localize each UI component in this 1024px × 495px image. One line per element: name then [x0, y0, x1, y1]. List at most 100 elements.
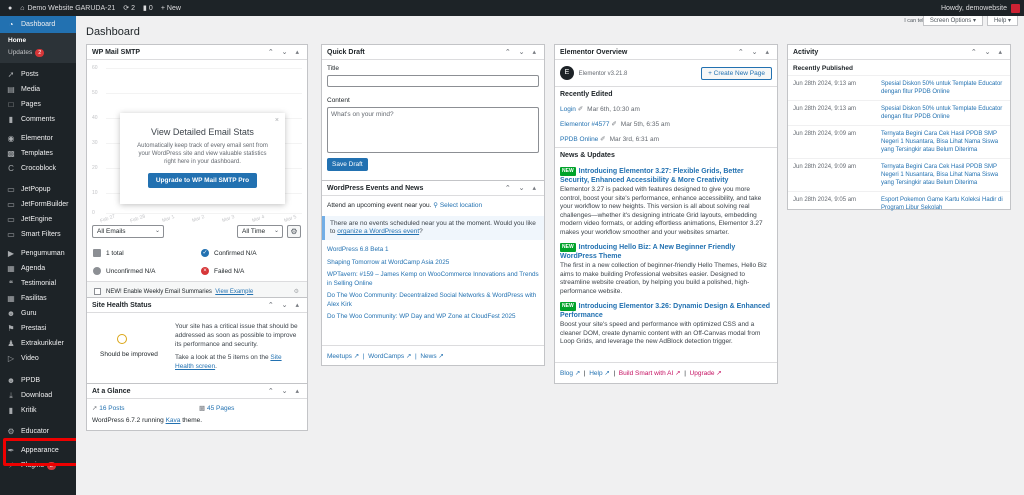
clock-icon	[93, 267, 101, 275]
activity-row: Jun 28th 2024, 9:13 am Spesial Diskon 50%…	[788, 75, 1010, 100]
updates-link[interactable]: ⟳ 2	[123, 4, 135, 13]
sidebar-item-agenda[interactable]: ▦ Agenda	[0, 261, 76, 276]
pages-icon: ▩	[199, 405, 206, 412]
widget-controls[interactable]: ⌃ ⌄ ▴	[268, 387, 302, 395]
activity-post-link[interactable]: Ternyata Begini Cara Cek Hasil PPDB SMP …	[881, 130, 1005, 154]
sidebar-item-posts[interactable]: ➚ Posts	[0, 67, 76, 82]
help-link[interactable]: Help ↗	[589, 370, 610, 377]
widget-controls[interactable]: ⌃ ⌄ ▴	[268, 48, 302, 56]
group-icon: ♟	[7, 339, 15, 348]
my-account[interactable]: Howdy, demowebsite	[941, 0, 1020, 16]
build-ai-link[interactable]: Build Smart with AI ↗	[619, 370, 681, 377]
screen-options-button[interactable]: Screen Options ▾	[922, 16, 983, 26]
sidebar-item-jetengine[interactable]: ▭ JetEngine	[0, 212, 76, 227]
comments-link[interactable]: ▮ 0	[143, 4, 153, 13]
pages-count-link[interactable]: ▩ 45 Pages	[199, 404, 234, 412]
sidebar-item-prestasi[interactable]: ⚑ Prestasi	[0, 321, 76, 336]
site-name-link[interactable]: ⌂ Demo Website GARUDA-21	[20, 5, 115, 12]
sidebar-item-ppdb[interactable]: ☻ PPDB	[0, 373, 76, 388]
news-link[interactable]: WordPress 6.8 Beta 1	[327, 246, 539, 255]
theme-link[interactable]: Kava	[166, 417, 181, 424]
sidebar-item-educator[interactable]: ⚙ Educator	[0, 424, 76, 439]
sidebar-item-testimonial[interactable]: ❝ Testimonial	[0, 276, 76, 291]
page-title: Dashboard	[86, 26, 140, 38]
news-footer-link[interactable]: News ↗	[420, 353, 444, 360]
widget-controls[interactable]: ⌃ ⌄ ▴	[505, 184, 539, 192]
sidebar-item-smart-filters[interactable]: ▭ Smart Filters	[0, 227, 76, 242]
widget-controls[interactable]: ⌃ ⌄ ▴	[505, 48, 539, 56]
sidebar-item-media[interactable]: ▤ Media	[0, 82, 76, 97]
settings-gear-button[interactable]: ⚙	[287, 225, 301, 238]
news-title-link[interactable]: NEW Introducing Elementor 3.27: Flexible …	[560, 167, 772, 185]
close-icon[interactable]: ×	[275, 117, 279, 124]
download-icon: ⤓	[9, 390, 13, 400]
sidebar-item-crocoblock[interactable]: C Crocoblock	[0, 161, 76, 176]
activity-post-link[interactable]: Esport Pokemon Game Kartu Koleksi Hadir …	[881, 196, 1005, 212]
new-content-link[interactable]: + New	[161, 5, 181, 12]
time-filter-select[interactable]: All Time ⌄	[237, 225, 283, 238]
upgrade-link[interactable]: Upgrade ↗	[690, 370, 722, 377]
activity-row: Jun 28th 2024, 9:09 am Ternyata Begini Ca…	[788, 125, 1010, 158]
widget-controls[interactable]: ⌃ ⌄ ▴	[738, 48, 772, 56]
recent-item-link[interactable]: Elementor #4577	[560, 121, 610, 128]
organize-event-link[interactable]: organize a WordPress event	[337, 228, 419, 235]
draft-content-textarea[interactable]: What's on your mind?	[327, 107, 539, 153]
news-link[interactable]: Do The Woo Community: Decentralized Soci…	[327, 292, 539, 309]
posts-count-link[interactable]: ➚ 16 Posts	[92, 404, 125, 412]
news-title-link[interactable]: NEW Introducing Hello Biz: A New Beginner…	[560, 243, 772, 261]
sidebar-item-dashboard[interactable]: ◔ Dashboard	[0, 16, 76, 33]
recent-item-link[interactable]: Login	[560, 106, 576, 113]
weekly-checkbox[interactable]	[94, 288, 101, 295]
email-filter-select[interactable]: All Emails ⌄	[92, 225, 164, 238]
sidebar-item-guru[interactable]: ☻ Guru	[0, 306, 76, 321]
wordcamps-link[interactable]: WordCamps ↗	[368, 353, 411, 360]
x-tick: Mar 5	[283, 213, 298, 225]
sidebar-item-templates[interactable]: ▩ Templates	[0, 146, 76, 161]
news-link[interactable]: Shaping Tomorrow at WordCamp Asia 2025	[327, 259, 539, 268]
home-icon: ⌂	[20, 4, 25, 12]
upgrade-button[interactable]: Upgrade to WP Mail SMTP Pro	[147, 173, 258, 188]
wp-admin-screen: ● ⌂ Demo Website GARUDA-21 ⟳ 2 ▮ 0 + New How…	[0, 0, 1024, 495]
recent-item: Elementor #4577 ✐ Mar 5th, 6:35 am	[560, 121, 670, 128]
blog-link[interactable]: Blog ↗	[560, 370, 580, 377]
sidebar-item-comments[interactable]: ▮ Comments	[0, 112, 76, 127]
sidebar-item-pages[interactable]: □ Pages	[0, 97, 76, 112]
educator-highlight-box	[3, 438, 80, 466]
widget-controls[interactable]: ⌃ ⌄ ▴	[971, 48, 1005, 56]
widget-controls[interactable]: ⌃ ⌄ ▴	[268, 301, 302, 309]
sidebar-item-fasilitas[interactable]: ▦ Fasilitas	[0, 291, 76, 306]
modal-title: View Detailed Email Stats	[151, 127, 254, 137]
external-link-icon: ↗	[716, 370, 722, 377]
create-new-page-button[interactable]: + Create New Page	[701, 67, 772, 80]
sidebar-item-extrakurikuler[interactable]: ♟ Extrakurikuler	[0, 336, 76, 351]
save-draft-button[interactable]: Save Draft	[327, 158, 368, 171]
new-badge: NEW	[560, 302, 576, 311]
sidebar-item-jetformbuilder[interactable]: ▭ JetFormBuilder	[0, 197, 76, 212]
news-title-link[interactable]: NEW Introducing Elementor 3.26: Dynamic D…	[560, 302, 772, 320]
sidebar-item-elementor[interactable]: ◉ Elementor	[0, 131, 76, 146]
main-content: I can tell. Dolly Screen Options ▾ Help …	[76, 16, 1024, 495]
sidebar-item-pengumuman[interactable]: ▶ Pengumuman	[0, 246, 76, 261]
wordpress-logo-icon[interactable]: ●	[8, 5, 12, 12]
submenu-updates[interactable]: Updates 2	[0, 47, 76, 59]
news-item: NEW Introducing Hello Biz: A New Beginner…	[555, 243, 777, 296]
news-link[interactable]: WPTavern: #159 – James Kemp on WooCommer…	[327, 271, 539, 288]
view-example-link[interactable]: View Example	[215, 289, 253, 295]
select-location-button[interactable]: Select location	[440, 202, 482, 209]
settings-icon[interactable]: ⚙	[294, 288, 299, 295]
news-link[interactable]: Do The Woo Community: WP Day and WP Zone…	[327, 313, 539, 322]
sidebar-item-jetpopup[interactable]: ▭ JetPopup	[0, 182, 76, 197]
sidebar-item-download[interactable]: ⤓ Download	[0, 388, 76, 403]
activity-post-link[interactable]: Ternyata Begini Cara Cek Hasil PPDB SMP …	[881, 163, 1005, 187]
activity-post-link[interactable]: Spesial Diskon 50% untuk Template Educat…	[881, 80, 1005, 96]
activity-post-link[interactable]: Spesial Diskon 50% untuk Template Educat…	[881, 105, 1005, 121]
no-events-notice: There are no events scheduled near you a…	[322, 216, 544, 240]
jet-icon: ▭	[7, 230, 15, 239]
sidebar-item-video[interactable]: ▷ Video	[0, 351, 76, 366]
recent-item-link[interactable]: PPDB Online	[560, 136, 598, 143]
draft-title-input[interactable]	[327, 75, 539, 87]
submenu-home[interactable]: Home	[0, 35, 76, 47]
help-button[interactable]: Help ▾	[986, 16, 1018, 26]
meetups-link[interactable]: Meetups ↗	[327, 353, 359, 360]
sidebar-item-kritik[interactable]: ▮ Kritik	[0, 403, 76, 418]
